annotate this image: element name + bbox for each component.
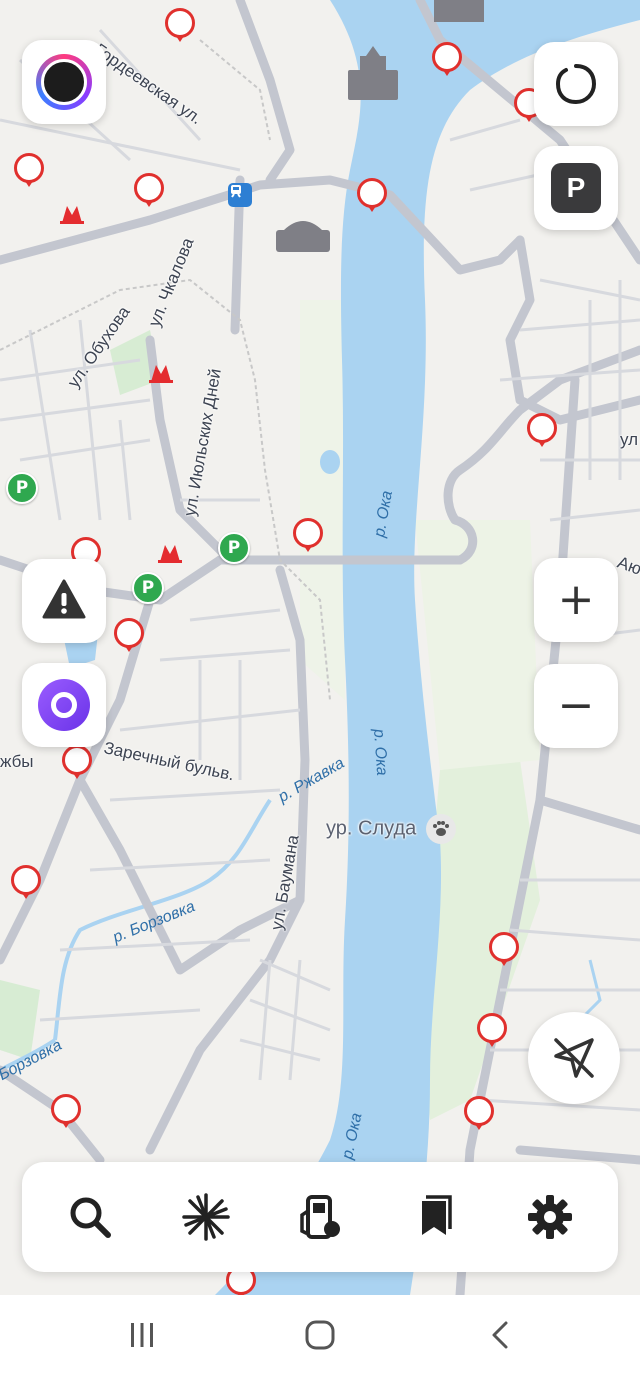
back-button[interactable] (478, 1315, 522, 1355)
home-icon (305, 1320, 335, 1350)
speed-camera-icon[interactable] (432, 42, 462, 72)
parking-button[interactable]: P (534, 146, 618, 230)
speed-camera-icon[interactable] (527, 413, 557, 443)
road-event-warning-icon (42, 579, 86, 619)
gas-stations-button[interactable] (290, 1187, 350, 1247)
gas-station-icon[interactable]: P (6, 472, 38, 504)
system-navigation-bar (0, 1295, 640, 1380)
voice-search-icon (555, 64, 597, 105)
speed-camera-icon[interactable] (464, 1096, 494, 1126)
location-arrow-off-icon (554, 1038, 594, 1078)
search-button[interactable] (60, 1187, 120, 1247)
speed-camera-icon[interactable] (51, 1094, 81, 1124)
home-button[interactable] (298, 1315, 342, 1355)
parking-icon: P (551, 163, 601, 213)
minus-icon: − (557, 680, 595, 731)
alice-assistant-icon (38, 679, 90, 731)
bottom-toolbar (22, 1162, 618, 1272)
river-label-oka-middle: р. Ока (370, 728, 391, 777)
profile-button[interactable] (22, 40, 106, 124)
zoom-out-button[interactable]: − (534, 664, 618, 748)
paw-icon (425, 814, 456, 844)
my-location-button[interactable] (528, 1012, 620, 1104)
speed-camera-icon[interactable] (62, 745, 92, 775)
speed-camera-icon[interactable] (14, 153, 44, 183)
speed-camera-icon[interactable] (489, 932, 519, 962)
gas-station-icon[interactable]: P (218, 532, 250, 564)
metro-icon[interactable] (158, 542, 182, 564)
settings-icon (528, 1195, 572, 1239)
back-icon (492, 1321, 508, 1349)
bookmarks-button[interactable] (404, 1187, 464, 1247)
metro-icon[interactable] (149, 362, 173, 384)
alice-button[interactable] (22, 663, 106, 747)
speed-camera-icon[interactable] (11, 865, 41, 895)
street-label-right-ul: ул (620, 430, 639, 449)
speed-camera-icon[interactable] (357, 178, 387, 208)
speed-camera-icon[interactable] (114, 618, 144, 648)
speed-camera-icon[interactable] (477, 1013, 507, 1043)
speed-camera-icon[interactable] (134, 173, 164, 203)
voice-search-button[interactable] (534, 42, 618, 126)
road-event-button[interactable] (22, 559, 106, 643)
place-label-sluda[interactable]: ур. Слуда (326, 814, 456, 844)
speed-camera-icon[interactable] (293, 518, 323, 548)
railway-station-icon[interactable] (228, 183, 252, 207)
street-label-druzhby: жбы (0, 752, 34, 771)
zoom-in-button[interactable]: + (534, 558, 618, 642)
bookmarks-icon (422, 1195, 452, 1235)
speed-camera-icon[interactable] (165, 8, 195, 38)
search-icon (70, 1197, 111, 1238)
settings-button[interactable] (520, 1187, 580, 1247)
recent-apps-icon (131, 1323, 153, 1347)
plus-icon: + (557, 574, 595, 625)
recent-apps-button[interactable] (120, 1315, 164, 1355)
gas-station-icon (300, 1195, 340, 1239)
discovery-button[interactable] (176, 1187, 236, 1247)
profile-avatar-icon (36, 54, 92, 110)
place-label-sluda-text: ур. Слуда (326, 817, 417, 840)
metro-icon[interactable] (60, 203, 84, 225)
discovery-icon (182, 1193, 230, 1241)
gas-station-icon[interactable]: P (132, 572, 164, 604)
